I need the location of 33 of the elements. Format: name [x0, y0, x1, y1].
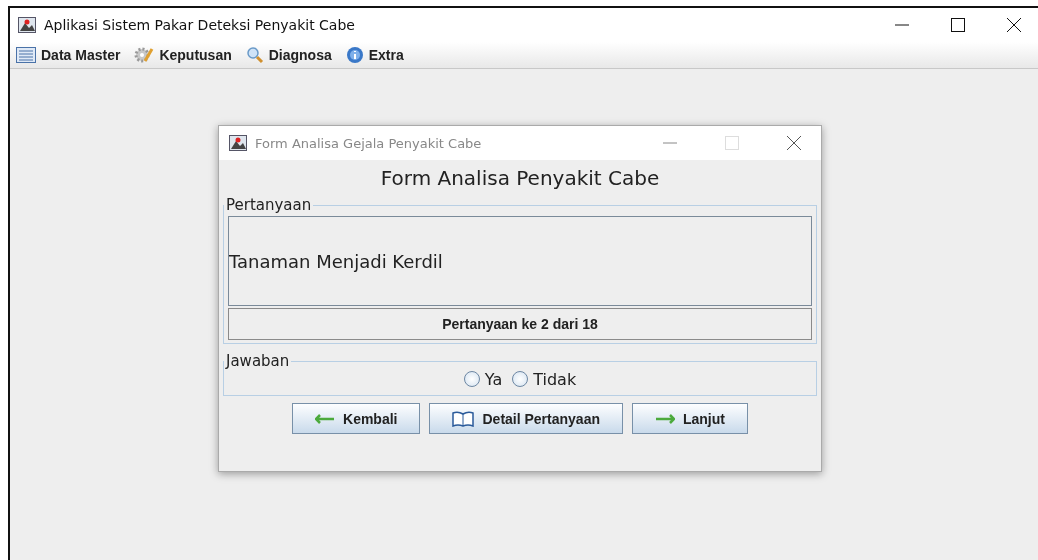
action-button[interactable]: Lanjut [632, 403, 748, 434]
radio-label: Ya [484, 369, 503, 389]
radio-label: Tidak [533, 369, 577, 389]
radio-circle[interactable] [512, 371, 529, 387]
menu-item[interactable]: Diagnosa [241, 44, 336, 66]
radio-option[interactable]: Tidak [512, 369, 577, 389]
close-icon [787, 136, 801, 150]
window-title: Aplikasi Sistem Pakar Deteksi Penyakit Cabe [44, 17, 356, 33]
form-heading: Form Analisa Penyakit Cabe [379, 166, 661, 190]
maximize-icon [951, 18, 965, 32]
menu-item[interactable]: Data Master [12, 45, 125, 65]
gear-icon [134, 46, 155, 64]
question-text: Tanaman Menjadi Kerdil [228, 216, 812, 306]
menu-item[interactable]: Extra [341, 44, 408, 66]
list-icon [16, 47, 36, 63]
right-arrow-icon [655, 413, 675, 424]
action-button[interactable]: Kembali [292, 403, 421, 434]
radio-option[interactable]: Ya [463, 369, 503, 389]
menu-item[interactable]: Keputusan [130, 44, 236, 66]
book-icon [452, 410, 475, 427]
radio-circle[interactable] [463, 371, 480, 387]
question-counter: Pertanyaan ke 2 dari 18 [228, 308, 812, 340]
action-button[interactable]: Detail Pertanyaan [429, 403, 623, 434]
minimize-icon [663, 142, 677, 144]
dialog-title: Form Analisa Gejala Penyakit Cabe [255, 135, 483, 151]
minimize-icon [895, 24, 909, 26]
maximize-icon [725, 136, 739, 150]
left-arrow-icon [315, 413, 335, 424]
app-icon [229, 135, 247, 151]
search-icon [245, 46, 264, 64]
info-icon [345, 46, 364, 64]
app-icon [18, 17, 36, 33]
close-icon [1007, 18, 1021, 32]
